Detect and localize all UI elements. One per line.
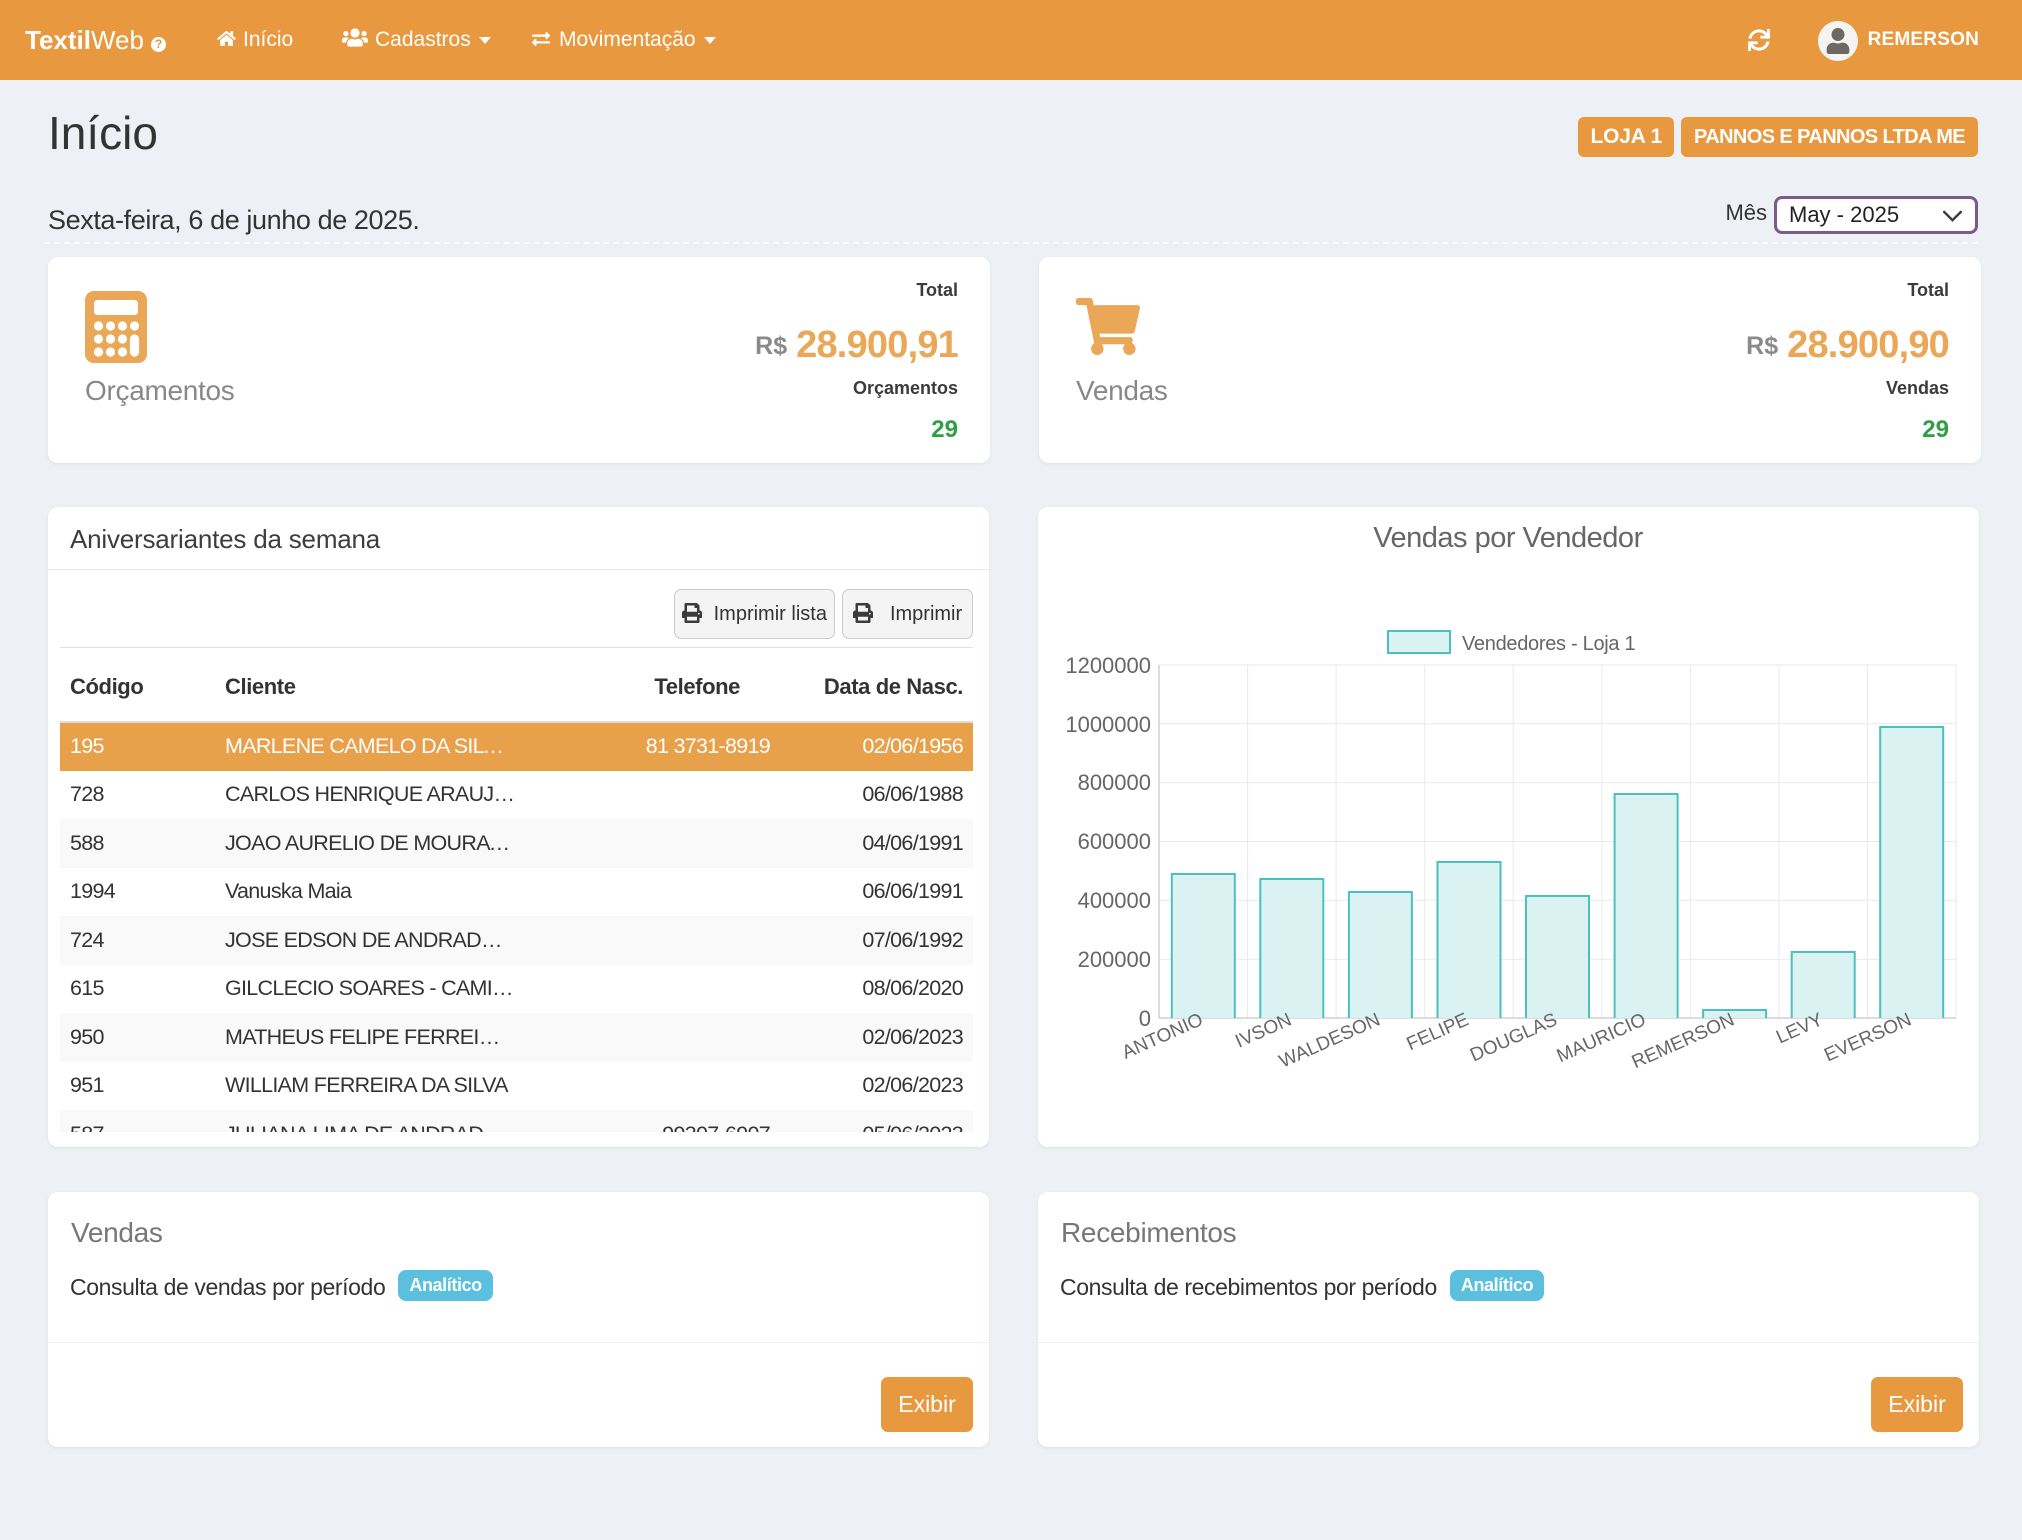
svg-text:1200000: 1200000 xyxy=(1065,653,1151,678)
svg-text:WALDESON: WALDESON xyxy=(1276,1009,1383,1072)
svg-text:800000: 800000 xyxy=(1078,770,1151,795)
svg-text:Vendedores - Loja 1: Vendedores - Loja 1 xyxy=(1462,633,1636,655)
svg-text:200000: 200000 xyxy=(1078,947,1151,972)
svg-text:600000: 600000 xyxy=(1078,829,1151,854)
svg-text:0: 0 xyxy=(1139,1006,1151,1031)
svg-text:Vendas por Vendedor: Vendas por Vendedor xyxy=(1373,522,1643,554)
svg-text:REMERSON: REMERSON xyxy=(1629,1009,1738,1073)
svg-text:400000: 400000 xyxy=(1078,888,1151,913)
svg-text:1000000: 1000000 xyxy=(1065,712,1151,737)
